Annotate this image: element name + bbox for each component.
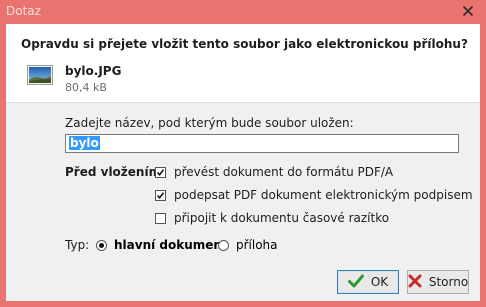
- main-document-radio[interactable]: [96, 239, 107, 251]
- option-timestamp[interactable]: připojit k dokumentu časové razítko: [155, 210, 389, 226]
- dialog-body: Opravdu si přejete vložit tento soubor j…: [6, 24, 480, 301]
- title-bar[interactable]: Dotaz: [0, 0, 486, 24]
- sign-checkbox[interactable]: [155, 189, 166, 201]
- file-size: 80,4 kB: [65, 81, 107, 94]
- ok-button-label: OK: [370, 275, 389, 289]
- checkmark-icon: [347, 274, 364, 291]
- option-pdfa[interactable]: převést dokument do formátu PDF/A: [155, 164, 393, 180]
- timestamp-label: připojit k dokumentu časové razítko: [174, 211, 390, 225]
- question-text: Opravdu si přejete vložit tento soubor j…: [21, 37, 468, 51]
- timestamp-checkbox[interactable]: [155, 212, 166, 224]
- file-name-input-value: bylo: [69, 136, 100, 150]
- close-icon[interactable]: [460, 3, 476, 19]
- option-sign[interactable]: podepsat PDF dokument elektronickým podp…: [155, 187, 473, 203]
- sign-label: podepsat PDF dokument elektronickým podp…: [174, 188, 473, 202]
- attachment-radio[interactable]: [218, 239, 229, 251]
- pdfa-label: převést dokument do formátu PDF/A: [174, 165, 394, 179]
- before-insert-label: Před vložením: [65, 165, 162, 179]
- image-file-icon: [27, 65, 53, 85]
- file-name-input[interactable]: bylo: [65, 134, 459, 153]
- type-main-document[interactable]: hlavní dokument: [96, 237, 228, 253]
- pdfa-checkbox[interactable]: [155, 166, 166, 178]
- cancel-button[interactable]: Storno: [407, 270, 469, 294]
- x-icon: [408, 274, 422, 291]
- cancel-button-label: Storno: [428, 275, 469, 289]
- attachment-label: příloha: [236, 238, 278, 252]
- dialog-window: Dotaz Opravdu si přejete vložit tento so…: [0, 0, 486, 307]
- name-label: Zadejte název, pod kterým bude soubor ul…: [65, 116, 354, 130]
- type-attachment[interactable]: příloha: [218, 237, 278, 253]
- main-document-label: hlavní dokument: [114, 238, 228, 252]
- ok-button[interactable]: OK: [337, 270, 399, 294]
- type-label: Typ:: [65, 238, 90, 252]
- file-name: bylo.JPG: [65, 64, 122, 78]
- dialog-header: Opravdu si přejete vložit tento soubor j…: [6, 24, 480, 103]
- window-title: Dotaz: [6, 4, 41, 18]
